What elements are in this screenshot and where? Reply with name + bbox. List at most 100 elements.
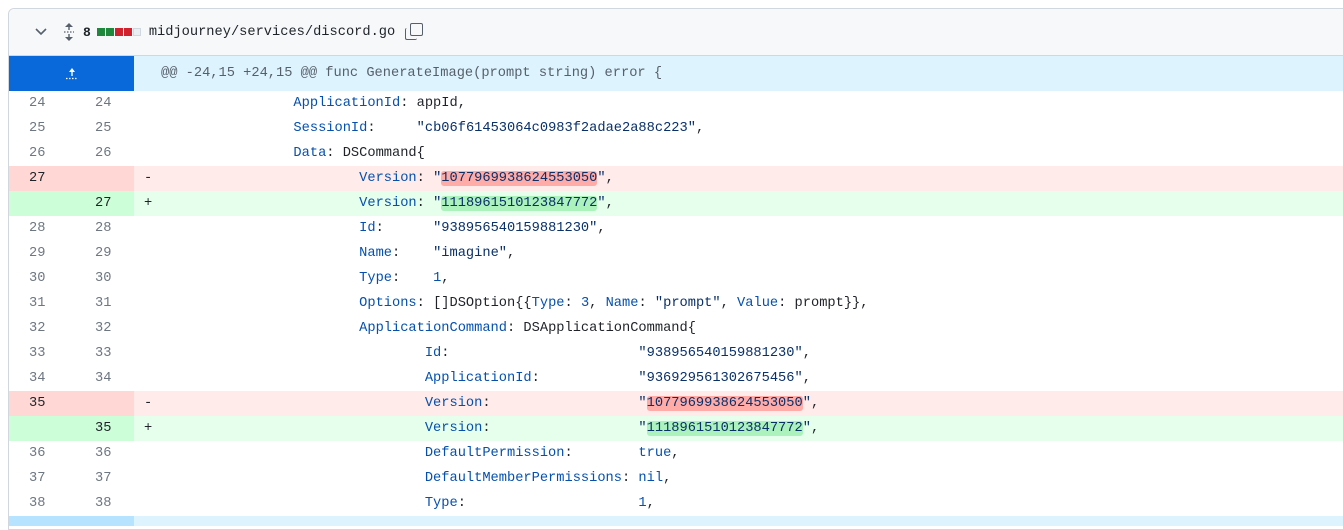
code-token: : <box>482 396 639 411</box>
code-token: "938956540159881230" <box>638 346 803 361</box>
new-line-number[interactable]: 32 <box>69 316 134 341</box>
code-token: , <box>671 446 680 461</box>
old-line-number[interactable]: 37 <box>9 466 69 491</box>
added-highlight: 1118961510123847772 <box>441 196 598 211</box>
code-token: Data <box>293 146 327 161</box>
diff-line-ctx: 24 24 ApplicationId: appId, <box>9 91 1343 116</box>
code-text: Version: "1077969938624553050", <box>162 166 614 191</box>
diff-line-ctx: 34 34 ApplicationId: "936929561302675456"… <box>9 366 1343 391</box>
code-token: , <box>441 271 450 286</box>
code-token: Name <box>605 296 639 311</box>
expand-down-row[interactable] <box>9 516 1343 526</box>
code-token: : <box>564 296 581 311</box>
code-token: Value <box>737 296 779 311</box>
diffstat-blocks <box>96 28 141 36</box>
code-text: Id: "938956540159881230", <box>162 341 811 366</box>
code-text: ApplicationCommand: DSApplicationCommand… <box>162 316 696 341</box>
diff-file: 8 midjourney/services/discord.go @@ -24,… <box>8 8 1343 530</box>
new-line-number[interactable]: 30 <box>69 266 134 291</box>
diff-marker <box>134 266 162 291</box>
old-line-number[interactable] <box>9 416 69 441</box>
code-token: , <box>810 396 820 411</box>
code-token: Version <box>359 171 417 186</box>
old-line-number[interactable]: 29 <box>9 241 69 266</box>
old-line-number[interactable]: 32 <box>9 316 69 341</box>
file-path[interactable]: midjourney/services/discord.go <box>149 25 395 40</box>
new-line-number[interactable]: 35 <box>69 416 134 441</box>
new-line-number[interactable] <box>69 391 134 416</box>
new-line-number[interactable]: 31 <box>69 291 134 316</box>
code-token: , <box>507 246 516 261</box>
diff-line-ctx: 37 37 DefaultMemberPermissions: nil, <box>9 466 1343 491</box>
diff-marker <box>134 466 162 491</box>
code-text: ApplicationId: appId, <box>162 91 466 116</box>
code-token: : <box>638 296 655 311</box>
old-line-number[interactable]: 30 <box>9 266 69 291</box>
code-text: Type: 1, <box>162 266 450 291</box>
new-line-number[interactable]: 37 <box>69 466 134 491</box>
new-line-number[interactable]: 24 <box>69 91 134 116</box>
diff-marker: + <box>144 421 153 436</box>
new-line-number[interactable]: 26 <box>69 141 134 166</box>
new-line-number[interactable]: 36 <box>69 441 134 466</box>
old-line-number[interactable]: 24 <box>9 91 69 116</box>
diff-line-ctx: 32 32 ApplicationCommand: DSApplicationCo… <box>9 316 1343 341</box>
code-token: "prompt" <box>654 296 721 311</box>
old-line-number[interactable]: 26 <box>9 141 69 166</box>
code-token: : <box>367 121 417 136</box>
old-line-number[interactable]: 33 <box>9 341 69 366</box>
diff-marker <box>134 441 162 466</box>
diff-line-ctx: 30 30 Type: 1, <box>9 266 1343 291</box>
old-line-number[interactable] <box>9 191 69 216</box>
code-token: : <box>416 171 434 186</box>
code-token: : DSCommand{ <box>326 146 425 161</box>
code-token: : <box>621 471 639 486</box>
code-token: : <box>392 246 434 261</box>
old-line-number[interactable]: 31 <box>9 291 69 316</box>
diff-marker: - <box>144 396 153 411</box>
old-line-number[interactable]: 28 <box>9 216 69 241</box>
diff-marker <box>134 116 162 141</box>
code-token: : <box>441 346 639 361</box>
new-line-number[interactable]: 34 <box>69 366 134 391</box>
old-line-number[interactable]: 34 <box>9 366 69 391</box>
expand-down-button[interactable] <box>9 516 134 526</box>
code-token: Version <box>359 196 417 211</box>
copy-icon[interactable] <box>405 23 424 41</box>
code-text: SessionId: "cb06f61453064c0983f2adae2a88… <box>162 116 704 141</box>
code-token: "cb06f61453064c0983f2adae2a88c223" <box>416 121 696 136</box>
expand-all-icon[interactable] <box>61 23 77 41</box>
code-token: " <box>638 421 647 436</box>
new-line-number[interactable]: 29 <box>69 241 134 266</box>
new-line-number[interactable]: 38 <box>69 491 134 516</box>
code-token: , <box>810 421 820 436</box>
diff-marker <box>134 316 162 341</box>
old-line-number[interactable]: 35 <box>9 391 69 416</box>
diff-line-add: 27 + Version: "1118961510123847772", <box>9 191 1343 216</box>
code-text: Id: "938956540159881230", <box>162 216 605 241</box>
new-line-number[interactable]: 25 <box>69 116 134 141</box>
code-token: , <box>802 371 811 386</box>
diffstat-block-add <box>96 28 105 36</box>
new-line-number[interactable]: 27 <box>69 191 134 216</box>
old-line-number[interactable]: 27 <box>9 166 69 191</box>
chevron-down-icon[interactable] <box>33 24 49 40</box>
new-line-number[interactable]: 33 <box>69 341 134 366</box>
old-line-number[interactable]: 38 <box>9 491 69 516</box>
new-line-number[interactable] <box>69 166 134 191</box>
old-line-number[interactable]: 36 <box>9 441 69 466</box>
code-token: : <box>531 371 639 386</box>
new-line-number[interactable]: 28 <box>69 216 134 241</box>
diff-marker <box>134 341 162 366</box>
expand-up-button[interactable] <box>9 56 134 91</box>
old-line-number[interactable]: 25 <box>9 116 69 141</box>
code-text: Type: 1, <box>162 491 655 516</box>
diff-marker <box>134 366 162 391</box>
